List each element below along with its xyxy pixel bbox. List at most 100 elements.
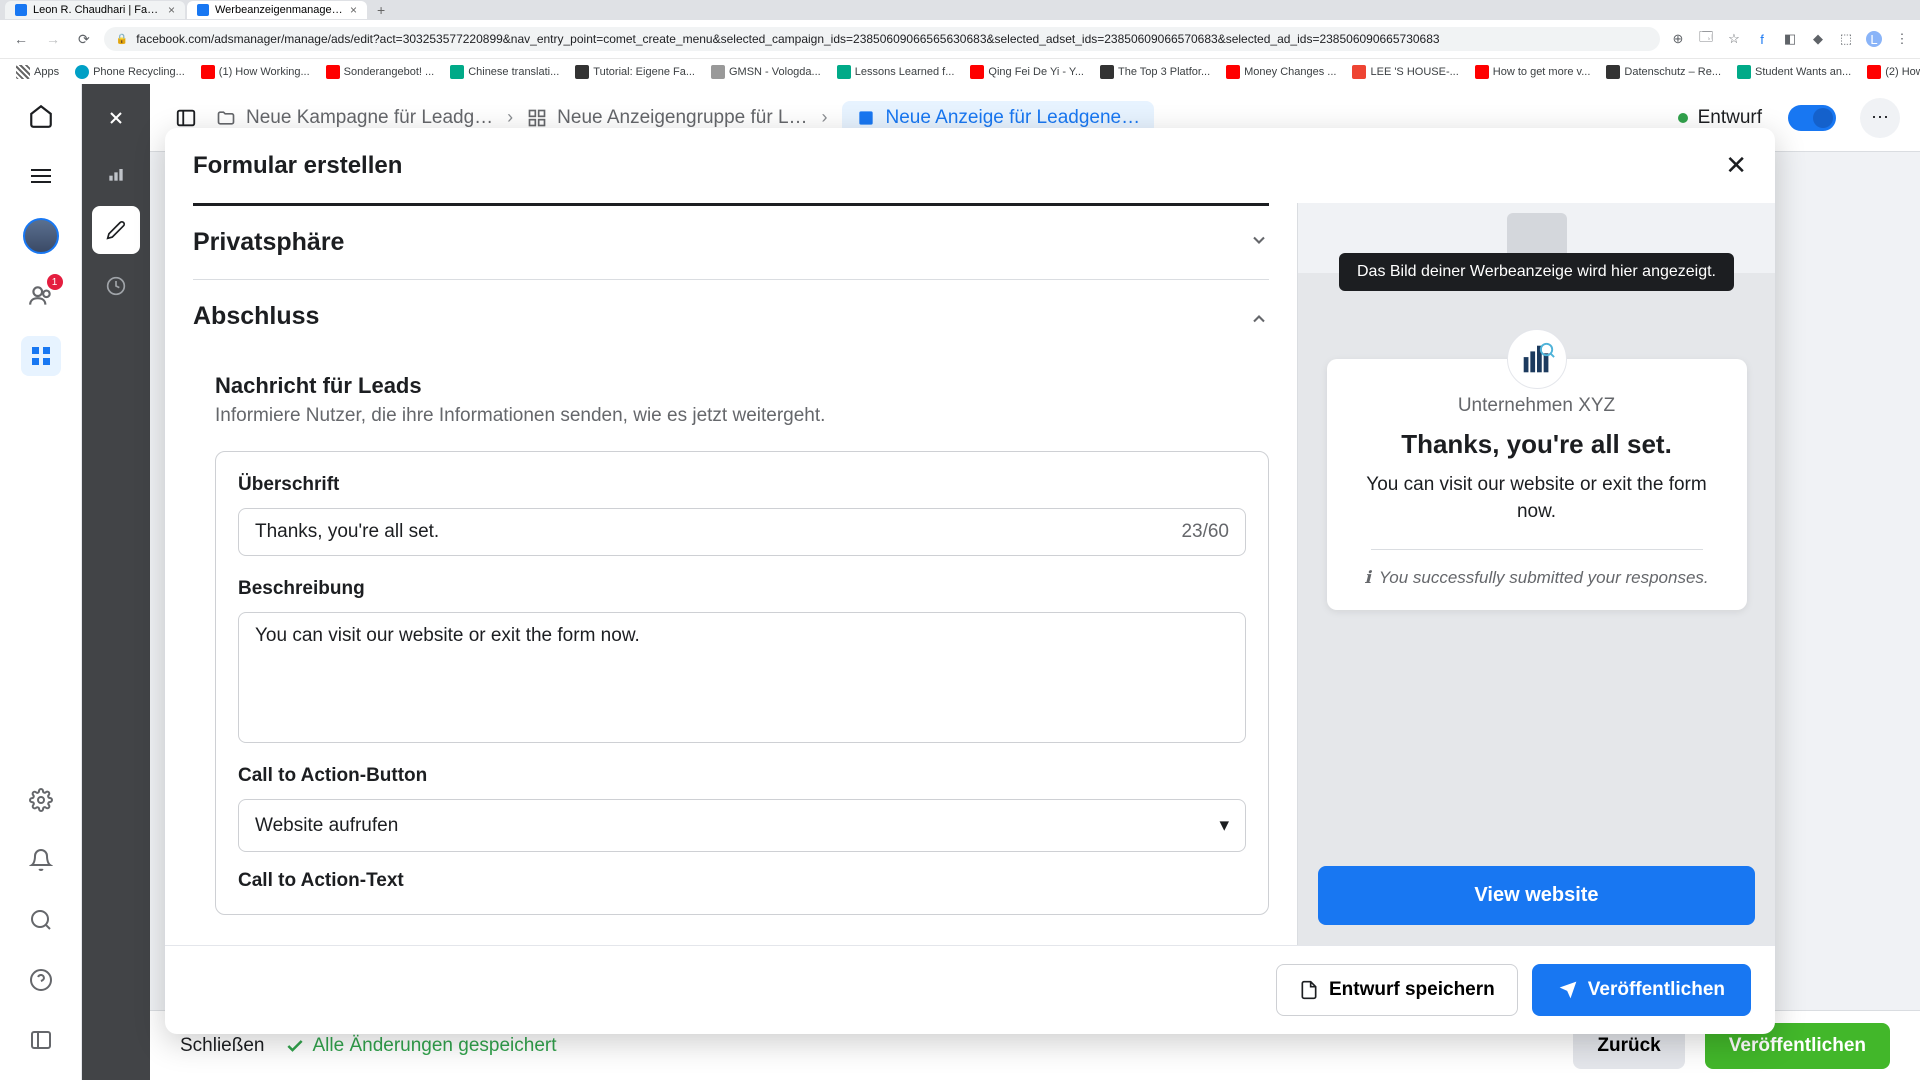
send-icon bbox=[1558, 980, 1578, 1000]
section-completion[interactable]: Abschluss bbox=[193, 280, 1269, 353]
audiences-icon[interactable]: 1 bbox=[21, 276, 61, 316]
bookmark-item[interactable]: Sonderangebot! ... bbox=[320, 63, 441, 81]
preview-brand-icon bbox=[1507, 329, 1567, 389]
description-textarea[interactable] bbox=[255, 625, 1229, 725]
headline-input-wrap: 23/60 bbox=[238, 508, 1246, 556]
bookmark-item[interactable]: How to get more v... bbox=[1469, 63, 1597, 81]
translate-icon[interactable]: 🗔 bbox=[1698, 31, 1714, 47]
facebook-favicon-icon bbox=[197, 4, 209, 16]
section-title: Privatsphäre bbox=[193, 228, 344, 257]
bookmark-item[interactable]: Money Changes ... bbox=[1220, 63, 1342, 81]
bookmark-item[interactable]: Phone Recycling... bbox=[69, 63, 191, 81]
tab-title: Werbeanzeigenmanager - We... bbox=[215, 4, 344, 16]
star-icon[interactable]: ☆ bbox=[1726, 31, 1742, 47]
url-text: facebook.com/adsmanager/manage/ads/edit?… bbox=[136, 32, 1439, 46]
home-icon[interactable] bbox=[21, 96, 61, 136]
preview-company: Unternehmen XYZ bbox=[1351, 395, 1723, 417]
saved-status: Alle Änderungen gespeichert bbox=[285, 1035, 557, 1057]
bookmark-item[interactable]: Tutorial: Eigene Fa... bbox=[569, 63, 701, 81]
tab-bar: Leon R. Chaudhari | Facebook × Werbeanze… bbox=[0, 0, 1920, 20]
cta-button-select[interactable]: Website aufrufen ▾ bbox=[238, 799, 1246, 852]
bookmark-item[interactable]: The Top 3 Platfor... bbox=[1094, 63, 1216, 81]
close-icon[interactable]: ✕ bbox=[1725, 150, 1747, 181]
bookmark-item[interactable]: Qing Fei De Yi - Y... bbox=[964, 63, 1090, 81]
bookmark-item[interactable]: Chinese translati... bbox=[444, 63, 565, 81]
bookmark-item[interactable]: Student Wants an... bbox=[1731, 63, 1857, 81]
bookmark-item[interactable]: LEE 'S HOUSE-... bbox=[1346, 63, 1464, 81]
section-title: Abschluss bbox=[193, 302, 319, 331]
modal-header: Formular erstellen ✕ bbox=[165, 128, 1775, 203]
modal-title: Formular erstellen bbox=[193, 152, 402, 180]
menu-icon[interactable] bbox=[21, 156, 61, 196]
bookmark-item[interactable]: Datenschutz – Re... bbox=[1600, 63, 1727, 81]
help-icon[interactable] bbox=[21, 960, 61, 1000]
apps-button[interactable]: Apps bbox=[10, 63, 65, 81]
caret-down-icon: ▾ bbox=[1219, 814, 1229, 837]
modal-body: Privatsphäre Abschluss Nachricht für Lea… bbox=[165, 203, 1775, 945]
publish-form-button[interactable]: Veröffentlichen bbox=[1532, 964, 1751, 1016]
browser-chrome: Leon R. Chaudhari | Facebook × Werbeanze… bbox=[0, 0, 1920, 84]
preview-success-text: You successfully submitted your response… bbox=[1379, 568, 1709, 588]
menu-icon[interactable]: ⋮ bbox=[1894, 31, 1910, 47]
browser-tab-active[interactable]: Werbeanzeigenmanager - We... × bbox=[187, 1, 367, 19]
bookmark-bar: Apps Phone Recycling... (1) How Working.… bbox=[0, 58, 1920, 84]
close-icon[interactable]: × bbox=[350, 3, 357, 17]
badge-count: 1 bbox=[47, 274, 63, 290]
modal-footer: Entwurf speichern Veröffentlichen bbox=[165, 945, 1775, 1034]
addr-icons: ⊕ 🗔 ☆ f ◧ ◆ ⬚ L ⋮ bbox=[1670, 31, 1910, 47]
tool-rail bbox=[82, 84, 150, 1080]
toggle-switch[interactable] bbox=[1788, 105, 1836, 131]
collapse-icon[interactable] bbox=[21, 1020, 61, 1060]
chart-icon[interactable] bbox=[92, 150, 140, 198]
section-privacy[interactable]: Privatsphäre bbox=[193, 206, 1269, 280]
cta-button-label: Call to Action-Button bbox=[238, 765, 1246, 787]
bookmark-item[interactable]: (1) How Working... bbox=[195, 63, 316, 81]
reload-icon[interactable]: ⟳ bbox=[74, 31, 94, 48]
close-icon[interactable]: × bbox=[168, 3, 175, 17]
facebook-favicon-icon bbox=[15, 4, 27, 16]
document-icon bbox=[1299, 980, 1319, 1000]
breadcrumb-label: Neue Kampagne für Leadg… bbox=[246, 107, 493, 129]
avatar-icon[interactable] bbox=[21, 216, 61, 256]
image-placeholder: Das Bild deiner Werbeanzeige wird hier a… bbox=[1298, 203, 1775, 273]
preview-cta-button[interactable]: View website bbox=[1318, 866, 1755, 925]
bookmark-item[interactable]: Lessons Learned f... bbox=[831, 63, 961, 81]
edit-icon[interactable] bbox=[92, 206, 140, 254]
ext-icon[interactable]: ⬚ bbox=[1838, 31, 1854, 47]
breadcrumb-campaign[interactable]: Neue Kampagne für Leadg… bbox=[216, 107, 493, 129]
chevron-down-icon bbox=[1249, 230, 1269, 255]
url-field[interactable]: 🔒 facebook.com/adsmanager/manage/ads/edi… bbox=[104, 27, 1660, 51]
char-count: 23/60 bbox=[1181, 521, 1229, 543]
breadcrumb-adset[interactable]: Neue Anzeigengruppe für L… bbox=[527, 107, 807, 129]
save-draft-button[interactable]: Entwurf speichern bbox=[1276, 964, 1518, 1016]
history-icon[interactable] bbox=[92, 262, 140, 310]
back-icon[interactable]: ← bbox=[10, 31, 32, 47]
bookmark-item[interactable]: (2) How To Add A... bbox=[1861, 63, 1920, 81]
form-create-modal: Formular erstellen ✕ Privatsphäre Abschl… bbox=[165, 128, 1775, 1034]
ads-manager-icon[interactable] bbox=[21, 336, 61, 376]
tab-title: Leon R. Chaudhari | Facebook bbox=[33, 4, 162, 16]
headline-input[interactable] bbox=[255, 521, 1181, 543]
more-icon[interactable]: ⋯ bbox=[1860, 98, 1900, 138]
profile-icon[interactable]: L bbox=[1866, 31, 1882, 47]
bookmark-item[interactable]: GMSN - Vologda... bbox=[705, 63, 827, 81]
save-draft-label: Entwurf speichern bbox=[1329, 979, 1495, 1001]
close-editor-icon[interactable] bbox=[92, 94, 140, 142]
close-button[interactable]: Schließen bbox=[180, 1035, 265, 1057]
forward-icon[interactable]: → bbox=[42, 31, 64, 47]
cta-text-label: Call to Action-Text bbox=[238, 870, 1246, 892]
ext-icon[interactable]: ◆ bbox=[1810, 31, 1826, 47]
search-icon[interactable] bbox=[21, 900, 61, 940]
settings-icon[interactable] bbox=[21, 780, 61, 820]
image-tooltip: Das Bild deiner Werbeanzeige wird hier a… bbox=[1339, 253, 1734, 291]
zoom-icon[interactable]: ⊕ bbox=[1670, 31, 1686, 47]
facebook-ext-icon[interactable]: f bbox=[1754, 31, 1770, 47]
form-panel: Privatsphäre Abschluss Nachricht für Lea… bbox=[165, 203, 1297, 945]
browser-tab[interactable]: Leon R. Chaudhari | Facebook × bbox=[5, 1, 185, 19]
notifications-icon[interactable] bbox=[21, 840, 61, 880]
field-group: Überschrift 23/60 Beschreibung Call to A… bbox=[215, 451, 1269, 915]
section-completion-content: Nachricht für Leads Informiere Nutzer, d… bbox=[193, 353, 1269, 935]
select-value: Website aufrufen bbox=[255, 815, 398, 837]
new-tab-button[interactable]: + bbox=[369, 2, 393, 18]
ext-icon[interactable]: ◧ bbox=[1782, 31, 1798, 47]
